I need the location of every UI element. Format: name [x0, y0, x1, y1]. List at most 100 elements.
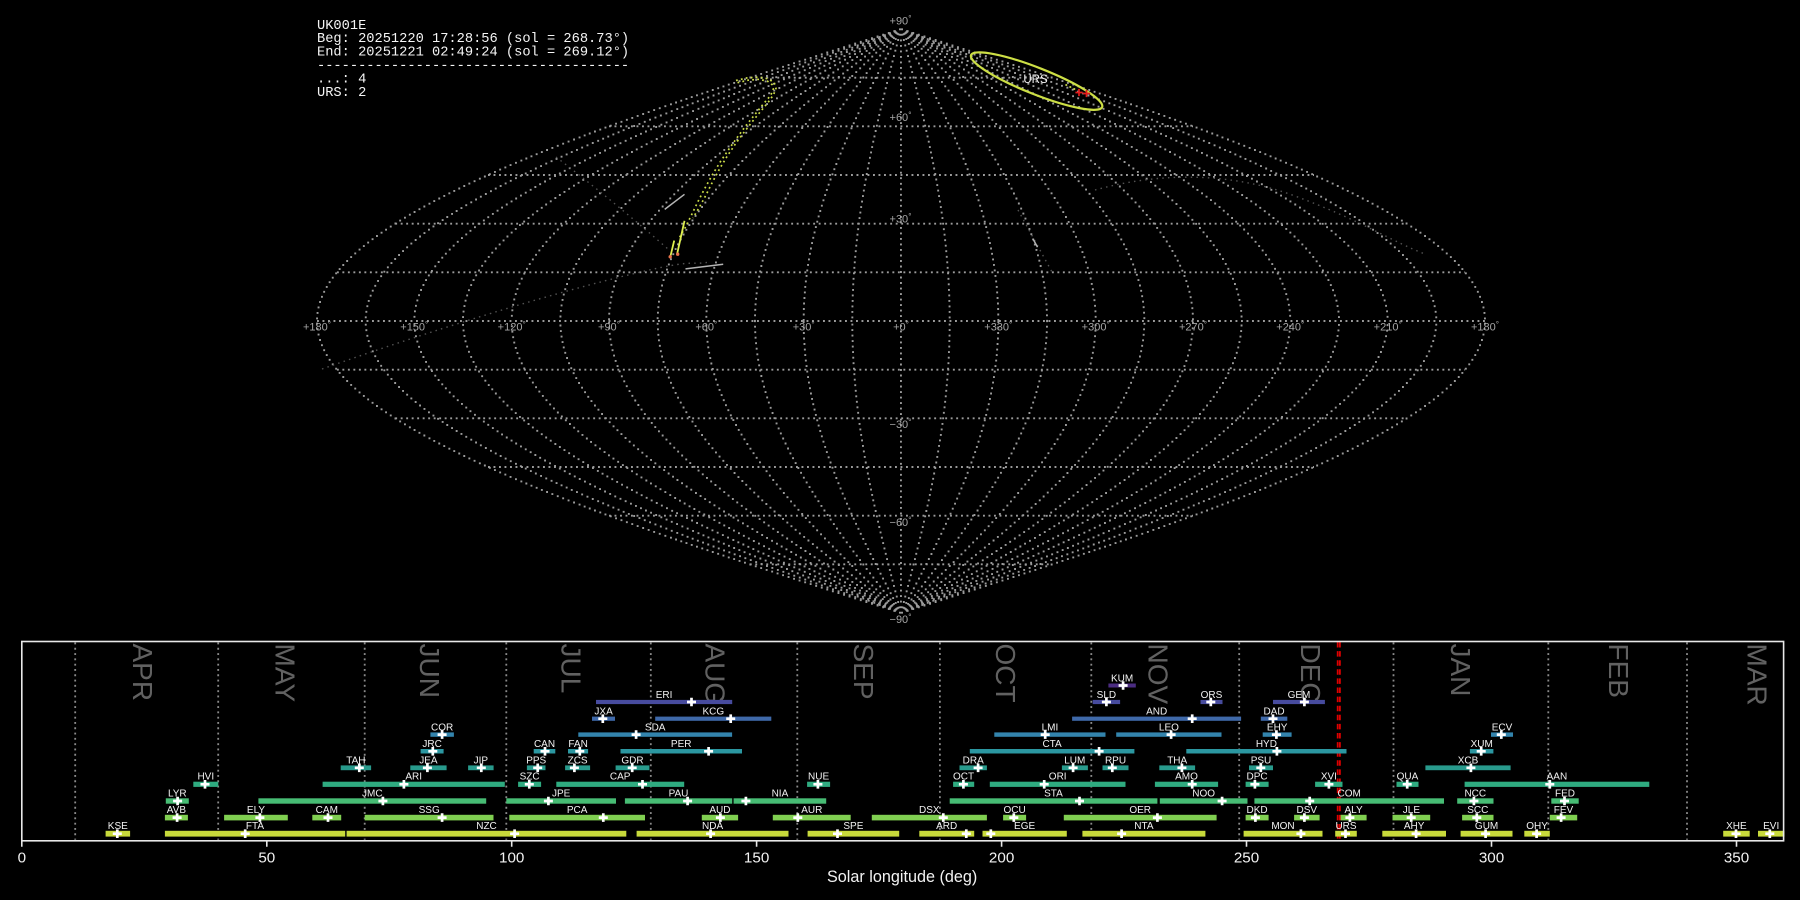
svg-text:300: 300 [1479, 850, 1504, 867]
svg-text:CTA: CTA [1042, 739, 1062, 750]
svg-text:EGE: EGE [1014, 821, 1035, 832]
svg-text:JEA: JEA [419, 755, 438, 766]
svg-text:HYD: HYD [1256, 739, 1277, 750]
svg-text:ERI: ERI [656, 690, 673, 701]
svg-text:+330°: +330° [984, 320, 1012, 334]
svg-text:NTA: NTA [1134, 821, 1154, 832]
svg-text:NOO: NOO [1192, 788, 1215, 799]
svg-text:EHY: EHY [1267, 722, 1288, 733]
svg-text:NCC: NCC [1464, 788, 1486, 799]
svg-text:SZC: SZC [520, 772, 540, 783]
svg-text:MAR: MAR [1741, 644, 1772, 706]
svg-text:URS: URS [1335, 821, 1356, 832]
svg-text:AVB: AVB [167, 805, 187, 816]
svg-text:AUD: AUD [709, 805, 730, 816]
svg-text:KCG: KCG [702, 707, 724, 718]
svg-text:−90°: −90° [890, 613, 912, 627]
svg-text:URS: URS [1023, 74, 1048, 86]
svg-text:DAD: DAD [1263, 707, 1284, 718]
svg-text:XVI: XVI [1321, 772, 1337, 783]
svg-text:ARD: ARD [936, 821, 957, 832]
svg-text:FAN: FAN [568, 739, 587, 750]
svg-text:THA: THA [1167, 755, 1187, 766]
svg-text:SEP: SEP [848, 644, 879, 700]
svg-text:KUM: KUM [1111, 674, 1133, 685]
svg-text:ZCS: ZCS [568, 755, 588, 766]
svg-text:OER: OER [1129, 805, 1151, 816]
svg-text:NOV: NOV [1143, 644, 1174, 705]
svg-text:SDA: SDA [645, 722, 666, 733]
svg-text:PCA: PCA [567, 805, 588, 816]
svg-text:Solar longitude (deg): Solar longitude (deg) [827, 868, 977, 886]
svg-text:DSX: DSX [919, 805, 940, 816]
svg-text:XHE: XHE [1726, 821, 1747, 832]
svg-text:SLD: SLD [1097, 690, 1116, 701]
svg-text:NIA: NIA [772, 788, 789, 799]
svg-text:CAM: CAM [316, 805, 338, 816]
svg-text:XUM: XUM [1471, 739, 1493, 750]
svg-text:+240°: +240° [1276, 320, 1304, 334]
svg-text:APR: APR [127, 644, 158, 702]
svg-text:+90°: +90° [598, 320, 620, 334]
svg-text:ARI: ARI [405, 772, 422, 783]
svg-text:+300°: +300° [1082, 320, 1110, 334]
svg-text:DKD: DKD [1247, 805, 1268, 816]
svg-text:JUL: JUL [555, 644, 586, 694]
svg-text:−60°: −60° [890, 516, 912, 530]
svg-text:JXA: JXA [594, 707, 613, 718]
svg-text:NDA: NDA [702, 821, 723, 832]
svg-text:OCT: OCT [990, 644, 1021, 703]
svg-text:AUR: AUR [801, 805, 822, 816]
svg-text:+120°: +120° [498, 320, 526, 334]
svg-text:+60°: +60° [890, 111, 912, 125]
svg-text:OHY: OHY [1526, 821, 1548, 832]
svg-text:+90°: +90° [890, 14, 912, 28]
svg-text:PSU: PSU [1251, 755, 1272, 766]
svg-text:+210°: +210° [1374, 320, 1402, 334]
svg-text:GDR: GDR [621, 755, 643, 766]
svg-text:AHY: AHY [1404, 821, 1425, 832]
svg-text:GUM: GUM [1475, 821, 1498, 832]
svg-text:AAN: AAN [1547, 772, 1568, 783]
svg-text:AUG: AUG [699, 644, 730, 705]
svg-text:AMO: AMO [1175, 772, 1198, 783]
svg-text:+30°: +30° [793, 320, 815, 334]
svg-text:SSG: SSG [419, 805, 440, 816]
svg-text:JRC: JRC [422, 739, 441, 750]
svg-text:+270°: +270° [1179, 320, 1207, 334]
svg-text:200: 200 [989, 850, 1014, 867]
svg-text:FEB: FEB [1603, 644, 1634, 698]
svg-text:TAH: TAH [346, 755, 365, 766]
svg-text:+180°: +180° [1471, 320, 1499, 334]
svg-text:JMC: JMC [362, 788, 383, 799]
svg-text:LYR: LYR [168, 788, 187, 799]
svg-text:+30°: +30° [890, 212, 912, 226]
svg-text:URS: 2: URS: 2 [317, 86, 366, 101]
svg-text:+150°: +150° [400, 320, 428, 334]
svg-text:LMI: LMI [1042, 722, 1059, 733]
svg-text:AND: AND [1146, 707, 1167, 718]
svg-text:RPU: RPU [1105, 755, 1126, 766]
svg-text:DPC: DPC [1247, 772, 1268, 783]
svg-text:KSE: KSE [108, 821, 128, 832]
svg-text:ORI: ORI [1049, 772, 1067, 783]
svg-text:SPE: SPE [843, 821, 863, 832]
svg-text:+180°: +180° [303, 320, 331, 334]
svg-text:MAY: MAY [270, 644, 301, 703]
svg-text:JIP: JIP [474, 755, 489, 766]
svg-text:FED: FED [1555, 788, 1575, 799]
svg-text:NUE: NUE [808, 772, 829, 783]
svg-text:GEM: GEM [1288, 690, 1311, 701]
svg-text:CAN: CAN [534, 739, 555, 750]
svg-text:COR: COR [431, 722, 453, 733]
svg-text:PER: PER [671, 739, 692, 750]
svg-text:PPS: PPS [526, 755, 546, 766]
svg-text:QUA: QUA [1397, 772, 1419, 783]
svg-text:ORS: ORS [1201, 690, 1223, 701]
svg-text:XCB: XCB [1458, 755, 1479, 766]
svg-text:100: 100 [499, 850, 524, 867]
svg-text:JLE: JLE [1403, 805, 1421, 816]
svg-text:FTA: FTA [246, 821, 264, 832]
svg-text:SCC: SCC [1467, 805, 1488, 816]
svg-text:FEV: FEV [1554, 805, 1574, 816]
